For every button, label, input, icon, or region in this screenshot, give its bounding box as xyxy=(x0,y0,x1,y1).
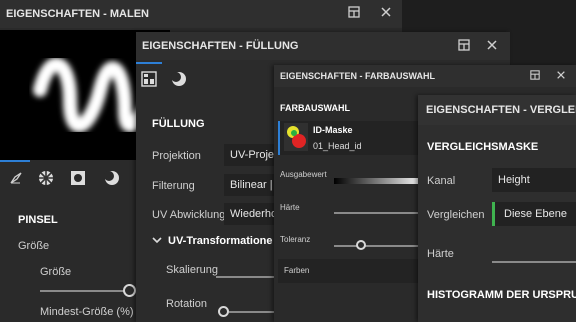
panel-vergleich-title: EIGENSCHAFTEN - VERGLEIC xyxy=(426,104,576,116)
mask-name: ID-Maske xyxy=(313,125,353,135)
rotation-slider-track[interactable] xyxy=(229,311,275,313)
filterung-value: Bilinear | xyxy=(230,179,273,191)
label-projektion: Projektion xyxy=(152,150,201,162)
float-window-icon[interactable] xyxy=(458,39,470,54)
ausgabewert-gradient[interactable] xyxy=(334,178,424,184)
sphere-icon[interactable] xyxy=(102,166,122,190)
panel-farbauswahl-titlebar[interactable]: EIGENSCHAFTEN - FARBAUSWAHL xyxy=(274,65,576,87)
kanal-dropdown[interactable]: Height xyxy=(492,168,576,192)
section-fuellung: FÜLLUNG xyxy=(152,118,205,130)
label-filterung: Filterung xyxy=(152,180,195,192)
panel-vergleich-titlebar[interactable]: EIGENSCHAFTEN - VERGLEIC xyxy=(418,95,576,125)
label-vergleichen: Vergleichen xyxy=(427,209,485,221)
label-rotation: Rotation xyxy=(166,298,207,310)
id-mask-row[interactable]: ID-Maske 01_Head_id xyxy=(278,121,430,155)
section-farbauswahl: FARBAUSWAHL xyxy=(280,103,350,113)
float-window-icon[interactable] xyxy=(348,6,360,21)
label-skalierung: Skalierung xyxy=(166,264,218,276)
label-groesse-group: Größe xyxy=(18,240,50,252)
close-icon[interactable] xyxy=(486,39,498,54)
panel-malen-titlebar[interactable]: EIGENSCHAFTEN - MALEN xyxy=(0,0,402,28)
size-slider-knob[interactable] xyxy=(123,284,136,297)
label-ausgabewert: Ausgabewert xyxy=(280,170,327,179)
checker-ball-icon[interactable] xyxy=(36,166,56,190)
sphere-icon[interactable] xyxy=(168,68,190,90)
panel-farbauswahl-title: EIGENSCHAFTEN - FARBAUSWAHL xyxy=(280,71,435,81)
fill-properties-icon[interactable] xyxy=(138,68,160,90)
haerte-vergleich-slider-track[interactable] xyxy=(492,261,576,263)
projektion-value: UV-Projek xyxy=(230,149,280,161)
toleranz-slider-knob[interactable] xyxy=(356,240,366,250)
brush-tool-icon[interactable] xyxy=(6,166,26,190)
kanal-value: Height xyxy=(498,174,530,186)
section-uv-transformationen[interactable]: UV-Transformatione xyxy=(168,235,273,247)
label-uv-abwicklung: UV Abwicklung xyxy=(152,209,226,221)
square-dot-icon[interactable] xyxy=(68,166,88,190)
section-histogramm: HISTOGRAMM DER URSPRU xyxy=(427,289,576,301)
label-farben: Farben xyxy=(284,266,310,275)
uv-abwicklung-value: Wiederho xyxy=(230,208,278,220)
float-window-icon[interactable] xyxy=(530,70,540,83)
label-mindest-groesse: Mindest-Größe (%) xyxy=(40,306,134,318)
vergleichen-value: Diese Ebene xyxy=(504,208,567,220)
skalierung-slider-track[interactable] xyxy=(216,276,276,278)
label-haerte: Härte xyxy=(280,203,300,212)
farben-row[interactable]: Farben xyxy=(278,259,428,283)
toleranz-slider-track[interactable] xyxy=(334,245,424,247)
section-pinsel: PINSEL xyxy=(18,214,58,226)
size-slider-track[interactable] xyxy=(40,290,124,292)
rotation-slider-knob[interactable] xyxy=(218,306,229,317)
label-haerte-vergleich: Härte xyxy=(427,248,454,260)
panel-malen-title: EIGENSCHAFTEN - MALEN xyxy=(6,8,149,20)
id-mask-icon xyxy=(284,123,308,151)
label-kanal: Kanal xyxy=(427,175,456,187)
label-toleranz: Toleranz xyxy=(280,235,311,244)
vergleichen-dropdown[interactable]: Diese Ebene xyxy=(492,202,576,226)
close-icon[interactable] xyxy=(380,6,392,21)
mask-file: 01_Head_id xyxy=(313,141,362,151)
close-icon[interactable] xyxy=(556,70,566,83)
panel-fuellung-titlebar[interactable]: EIGENSCHAFTEN - FÜLLUNG xyxy=(136,32,510,60)
fill-tab-active-accent xyxy=(136,62,162,64)
chevron-down-icon[interactable] xyxy=(152,235,162,248)
preview-tabs-accent xyxy=(0,160,30,162)
section-vergleichsmaske: VERGLEICHSMASKE xyxy=(427,141,539,153)
panel-vergleich: EIGENSCHAFTEN - VERGLEIC VERGLEICHSMASKE… xyxy=(418,95,576,322)
haerte-slider-track[interactable] xyxy=(334,212,424,214)
panel-fuellung-title: EIGENSCHAFTEN - FÜLLUNG xyxy=(142,40,299,52)
label-groesse: Größe xyxy=(40,266,72,278)
